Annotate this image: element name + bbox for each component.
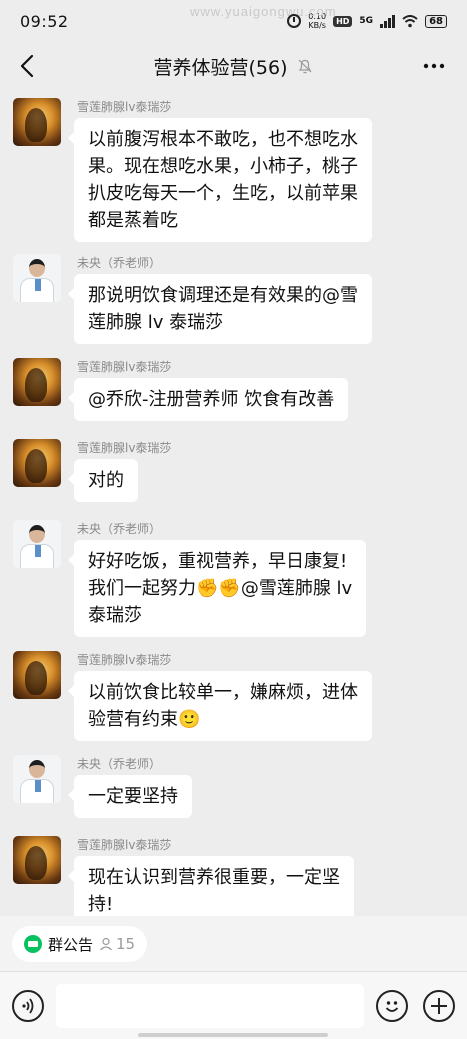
message-line: 扒皮吃每天一个，生吃，以前苹果 (88, 183, 358, 204)
message-bubble[interactable]: 以前饮食比较单一，嫌麻烦，进体 验营有约束🙂 (68, 671, 372, 741)
voice-icon (22, 998, 34, 1014)
message-line: 那说明饮食调理还是有效果的@雪 (88, 285, 358, 306)
avatar[interactable] (13, 439, 61, 487)
person-icon (100, 937, 112, 951)
message-line: 以前腹泻根本不敢吃，也不想吃水 (88, 129, 358, 150)
watermark: www.yuaigongwu.com (190, 4, 337, 19)
message-bubble[interactable]: 好好吃饭，重视营养，早日康复! 我们一起努力✊✊@雪莲肺腺 lv 泰瑞莎 (67, 540, 367, 637)
message-input[interactable] (56, 984, 364, 1028)
message-line: 以前饮食比较单一，嫌麻烦，进体 (88, 682, 358, 703)
sender-name: 未央（乔老师） (77, 757, 162, 771)
more-icon[interactable] (421, 54, 447, 78)
message-list[interactable]: 雪莲肺腺lv泰瑞莎 以前腹泻根本不敢吃，也不想吃水 果。现在想吃水果，小柿子，桃… (0, 90, 467, 916)
alarm-icon (287, 14, 302, 28)
avatar[interactable] (13, 755, 61, 803)
voice-button[interactable] (12, 990, 44, 1022)
home-indicator (138, 1033, 328, 1037)
signal-icon (380, 14, 396, 28)
group-notice-button[interactable]: 群公告 15 (12, 926, 148, 962)
avatar[interactable] (13, 520, 61, 568)
chat-header: 营养体验营(56) (0, 42, 467, 90)
sender-name: 雪莲肺腺lv泰瑞莎 (77, 653, 172, 667)
message-line: 泰瑞莎 (88, 605, 142, 626)
wifi-icon (402, 14, 418, 27)
message-bubble[interactable]: @乔欣-注册营养师 饮食有改善 (67, 378, 349, 421)
emoji-button[interactable] (376, 990, 408, 1022)
sender-name: 雪莲肺腺lv泰瑞莎 (77, 838, 172, 852)
message-line: 一定要坚持 (88, 786, 178, 807)
notice-count-value: 15 (116, 935, 136, 953)
notice-area: 群公告 15 (0, 916, 467, 971)
page-title: 营养体验营(56) (153, 56, 288, 79)
message-bubble[interactable]: 一定要坚持 (68, 775, 192, 818)
message-bubble[interactable]: 以前腹泻根本不敢吃，也不想吃水 果。现在想吃水果，小柿子，桃子 扒皮吃每天一个，… (68, 118, 372, 242)
message-line: 对的 (88, 470, 124, 491)
message-line: @乔欣-注册营养师 饮食有改善 (88, 389, 335, 410)
status-bar: 09:52 www.yuaigongwu.com 0.10 KB/s HD 5G… (0, 0, 467, 42)
back-icon[interactable] (14, 52, 42, 80)
sender-name: 未央（乔老师） (77, 522, 162, 536)
message-line: 好好吃饭，重视营养，早日康复! (88, 551, 348, 572)
avatar[interactable] (13, 358, 61, 406)
mute-icon (298, 59, 311, 74)
notice-label: 群公告 (48, 935, 94, 954)
plus-icon (431, 998, 447, 1014)
battery-indicator: 68 (425, 14, 447, 28)
notice-count: 15 (99, 935, 135, 953)
plus-button[interactable] (423, 990, 455, 1022)
message-line: 验营有约束🙂 (88, 709, 201, 730)
message-line: 都是蒸着吃 (88, 210, 178, 231)
input-bar (0, 971, 467, 1039)
network-type: 5G (359, 16, 374, 26)
message-bubble[interactable]: 现在认识到营养很重要，一定坚 持! (68, 856, 354, 916)
message-line: 持! (88, 894, 114, 915)
avatar[interactable] (13, 836, 61, 884)
message-line: 现在认识到营养很重要，一定坚 (88, 867, 340, 888)
message-line: 我们一起努力✊✊@雪莲肺腺 lv (88, 578, 353, 599)
notice-icon (24, 935, 42, 953)
sender-name: 未央（乔老师） (77, 256, 162, 270)
net-speed-unit: KB/s (308, 21, 326, 30)
sender-name: 雪莲肺腺lv泰瑞莎 (77, 360, 172, 374)
status-time: 09:52 (20, 11, 69, 31)
avatar[interactable] (13, 254, 61, 302)
message-line: 莲肺腺 lv 泰瑞莎 (88, 312, 224, 333)
emoji-icon (385, 1001, 399, 1012)
message-bubble[interactable]: 那说明饮食调理还是有效果的@雪 莲肺腺 lv 泰瑞莎 (68, 274, 372, 344)
message-bubble[interactable]: 对的 (68, 459, 138, 502)
sender-name: 雪莲肺腺lv泰瑞莎 (77, 441, 172, 455)
message-line: 果。现在想吃水果，小柿子，桃子 (88, 156, 358, 177)
sender-name: 雪莲肺腺lv泰瑞莎 (77, 100, 172, 114)
avatar[interactable] (13, 651, 61, 699)
avatar[interactable] (13, 98, 61, 146)
